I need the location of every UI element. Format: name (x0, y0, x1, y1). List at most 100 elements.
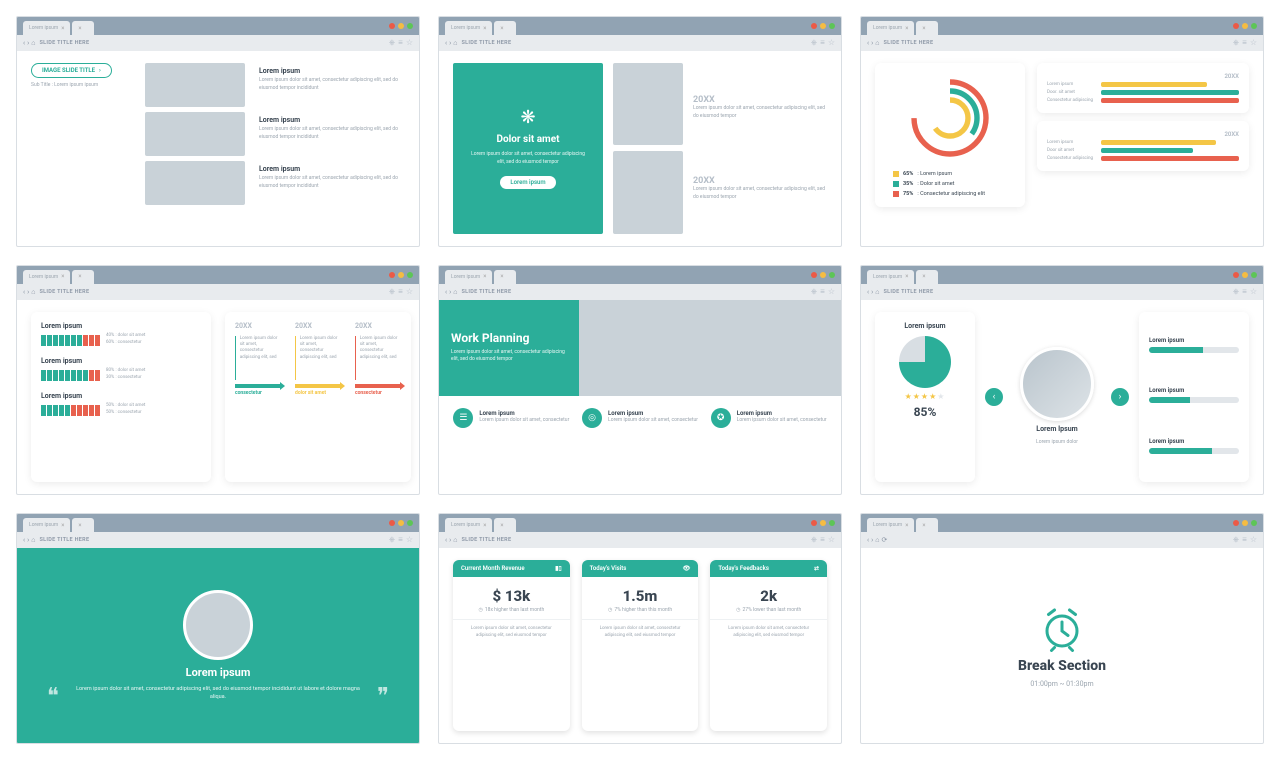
hero-image (579, 300, 841, 396)
seg-row: Lorem ipsum50% : dolor sit amet 50% : co… (41, 392, 201, 419)
feature-icon: ◎ (582, 408, 602, 428)
kpi-icon: 👁 (683, 565, 691, 572)
pie-card: Lorem ipsum ★★★★★ 85% (875, 312, 975, 483)
clock-icon: ◷ (608, 607, 612, 613)
content-image (613, 151, 683, 233)
toolbar: ‹›⌂ SLIDE TITLE HERE ⎈≡☆ (17, 35, 419, 51)
legend-item: 35% : Dolor sit amet (893, 181, 1007, 187)
seg-row: Lorem ipsum40% : dolor sit amet 60% : co… (41, 322, 201, 349)
clock-icon: ◷ (478, 607, 482, 613)
clock-icon: ◷ (736, 607, 740, 613)
slide-6: Lorem ipsum×× ‹›⌂SLIDE TITLE HERE⎈≡☆ Lor… (860, 265, 1264, 496)
slide-9: Lorem ipsum×× ‹›⌂⟳⎈≡☆ Break Section 01:0… (860, 513, 1264, 744)
content-image (145, 161, 245, 205)
close-icon[interactable]: × (78, 25, 81, 32)
back-icon[interactable]: ‹ (23, 39, 25, 47)
menu-icon[interactable]: ≡ (398, 38, 403, 48)
bar-group: 20XXLorem ipsumDoor. sit ametConsectetur… (1037, 63, 1249, 113)
content-image (145, 112, 245, 156)
item-body: Lorem ipsum dolor sit amet, consectetur … (259, 175, 405, 190)
feature-icon: ✪ (711, 408, 731, 428)
subtitle: Sub Title : Lorem ipsum ipsum (31, 82, 131, 90)
forward-icon[interactable]: › (27, 39, 29, 47)
back-icon[interactable]: ‹ (867, 536, 869, 544)
alarm-clock-icon (1038, 604, 1086, 652)
feature-item: ✪Lorem ipsumLorem ipsum dolor sit amet, … (711, 408, 827, 428)
forward-icon[interactable]: › (871, 536, 873, 544)
avatar (183, 590, 253, 660)
segmented-bars-card: Lorem ipsum40% : dolor sit amet 60% : co… (31, 312, 211, 483)
home-icon[interactable]: ⌂ (31, 39, 35, 47)
item-body: Lorem ipsum dolor sit amet, consectetur … (259, 126, 405, 141)
traffic-yellow-icon[interactable] (398, 23, 404, 29)
kpi-value: 2k (710, 577, 827, 607)
break-time: 01:00pm ~ 01:30pm (1030, 680, 1093, 688)
snowflake-icon: ❋ (520, 107, 535, 128)
progress-row: Lorem ipsum (1149, 387, 1239, 406)
slide-3: Lorem ipsum×× ‹›⌂SLIDE TITLE HERE⎈≡☆ 65%… (860, 16, 1264, 247)
item-title: Lorem ipsum (259, 67, 405, 75)
kpi-card: Today's Feedbacks⇄2k◷27% lower than last… (710, 560, 827, 731)
slide-7: Lorem ipsum×× ‹›⌂SLIDE TITLE HERE⎈≡☆ Lor… (16, 513, 420, 744)
cta-button[interactable]: Lorem ipsum (500, 176, 555, 189)
progress-row: Lorem ipsum (1149, 438, 1239, 457)
next-button[interactable]: › (1111, 388, 1129, 406)
quote-open-icon: ❝ (47, 684, 59, 709)
star-icon[interactable]: ☆ (406, 38, 413, 48)
hero-heading: Dolor sit amet (496, 134, 559, 145)
item-title: Lorem ipsum (259, 116, 405, 124)
feature-icon: ☰ (453, 408, 473, 428)
feature-item: ☰Lorem ipsumLorem ipsum dolor sit amet, … (453, 408, 569, 428)
timeline-item: 20XXLorem ipsum dolor sit amet, consecte… (295, 322, 341, 396)
hero-panel: ❋ Dolor sit amet Lorem ipsum dolor sit a… (453, 63, 603, 234)
kpi-card: Current Month Revenue▮▯$ 13k◷18x higher … (453, 560, 570, 731)
browser-tab[interactable]: × (72, 21, 94, 35)
title-pill: IMAGE SLIDE TITLE› (31, 63, 112, 78)
browser-tab[interactable]: Lorem ipsum× (23, 21, 70, 35)
year-label: 20XX (693, 176, 827, 186)
progress-card: Lorem ipsum Lorem ipsum Lorem ipsum (1139, 312, 1249, 483)
break-title: Break Section (1018, 658, 1106, 674)
kpi-value: $ 13k (453, 577, 570, 607)
chart-legend: 65% : Lorem ipsum 35% : Dolor sit amet 75%… (885, 171, 1015, 197)
pie-chart (899, 336, 951, 388)
donut-chart (905, 73, 995, 163)
kpi-icon: ▮▯ (555, 565, 562, 572)
seg-row: Lorem ipsum80% : dolor sit amet 30% : co… (41, 357, 201, 384)
star-rating: ★★★★★ (905, 392, 946, 401)
donut-card: 65% : Lorem ipsum 35% : Dolor sit amet 75%… (875, 63, 1025, 207)
feature-item: ◎Lorem ipsumLorem ipsum dolor sit amet, … (582, 408, 698, 428)
timeline-item: 20XXLorem ipsum dolor sit amet, consecte… (355, 322, 401, 396)
hero-heading: Work Planning (451, 332, 567, 345)
traffic-red-icon[interactable] (389, 23, 395, 29)
refresh-icon[interactable]: ⟳ (881, 536, 887, 544)
content-image (613, 63, 683, 145)
content-image (145, 63, 245, 107)
progress-row: Lorem ipsum (1149, 337, 1239, 356)
slide-4: Lorem ipsum×× ‹›⌂SLIDE TITLE HERE⎈≡☆ Lor… (16, 265, 420, 496)
person-name: Lorem ipsum (186, 666, 251, 679)
prev-button[interactable]: ‹ (985, 388, 1003, 406)
testimonial-quote: Lorem ipsum dolor sit amet, consectetur … (68, 685, 368, 702)
slide-8: Lorem ipsum×× ‹›⌂SLIDE TITLE HERE⎈≡☆ Cur… (438, 513, 842, 744)
chevron-right-icon: › (99, 67, 101, 74)
home-icon[interactable]: ⌂ (875, 536, 879, 544)
bar-group: 20XXLorem ipsumDoor sit ametConsectetur … (1037, 121, 1249, 171)
hero-panel: Work Planning Lorem ipsum dolor sit amet… (439, 300, 579, 396)
legend-item: 65% : Lorem ipsum (893, 171, 1007, 177)
window-chrome: Lorem ipsum×× (17, 17, 419, 35)
percentage: 85% (914, 405, 937, 419)
hero-body: Lorem ipsum dolor sit amet, consectetur … (467, 151, 589, 166)
year-label: 20XX (693, 95, 827, 105)
traffic-green-icon[interactable] (407, 23, 413, 29)
legend-item: 75% : Consectetur adipiscing elit (893, 191, 1007, 197)
carousel-image (1020, 347, 1094, 421)
kpi-value: 1.5m (582, 577, 699, 607)
timeline-item: 20XXLorem ipsum dolor sit amet, consecte… (235, 322, 281, 396)
location-icon[interactable]: ⎈ (389, 38, 395, 48)
close-icon[interactable]: × (61, 25, 64, 32)
kpi-icon: ⇄ (814, 565, 819, 572)
item-title: Lorem ipsum (259, 165, 405, 173)
kpi-card: Today's Visits👁1.5m◷7% higher than this … (582, 560, 699, 731)
carousel: ‹ Lorem Ipsum Lorem ipsum dolor › (985, 312, 1129, 483)
